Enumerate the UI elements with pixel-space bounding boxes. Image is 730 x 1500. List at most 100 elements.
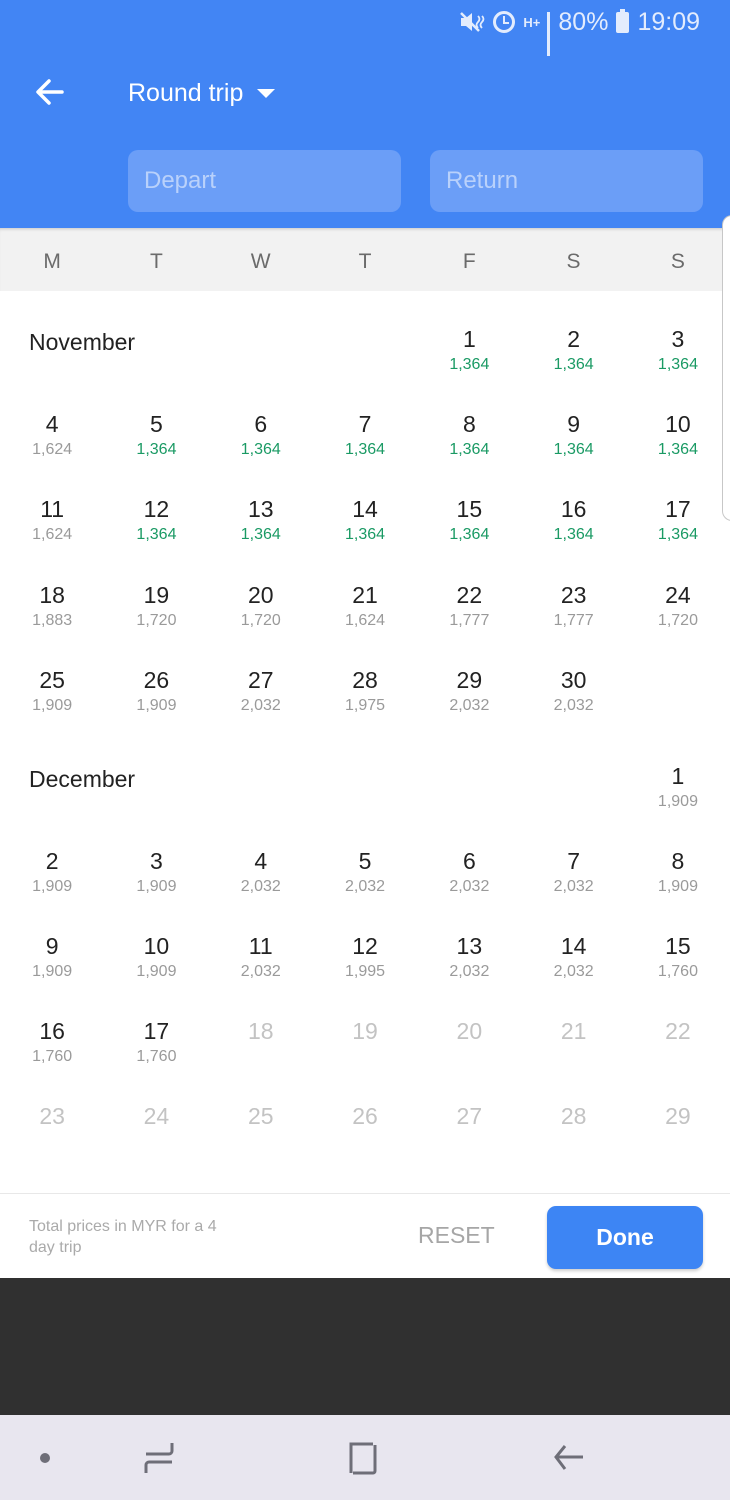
calendar-day[interactable]: 3 1,909 (104, 847, 208, 917)
day-price-lowest: 1,364 (345, 526, 386, 544)
calendar-day[interactable]: 5 2,032 (313, 847, 417, 917)
calendar-day[interactable]: 14 1,364 (313, 495, 417, 565)
day-number: 23 (39, 1103, 65, 1130)
day-price: 1,909 (136, 877, 177, 895)
status-bar: H+ 80% 19:09 (459, 6, 700, 56)
calendar-day[interactable]: 10 1,364 (626, 410, 730, 480)
calendar-day[interactable]: 3 1,364 (626, 325, 730, 395)
battery-percent: 80% (558, 7, 609, 36)
calendar-day[interactable]: 15 1,364 (417, 495, 521, 565)
return-placeholder: Return (446, 167, 519, 194)
day-number: 22 (665, 1018, 691, 1045)
calendar-day[interactable]: 7 2,032 (522, 847, 626, 917)
day-price: 1,760 (657, 962, 698, 980)
day-number: 1 (671, 762, 685, 789)
nav-recents-button[interactable] (134, 1433, 184, 1483)
calendar-day[interactable]: 7 1,364 (313, 410, 417, 480)
arrow-left-icon (36, 79, 64, 105)
trip-type-dropdown[interactable]: Round trip (128, 74, 276, 112)
day-number: 26 (352, 1103, 378, 1130)
calendar-day[interactable]: 8 1,364 (417, 410, 521, 480)
calendar-day[interactable]: 22 1,777 (417, 581, 521, 651)
calendar-day[interactable]: 13 1,364 (209, 495, 313, 565)
calendar-day[interactable]: 17 1,364 (626, 495, 730, 565)
calendar-day[interactable]: 12 1,995 (313, 932, 417, 1002)
nav-home-button[interactable] (338, 1433, 388, 1483)
day-number: 15 (456, 496, 483, 523)
calendar-day: 24 (104, 1102, 208, 1172)
day-number: 2 (567, 326, 581, 352)
calendar-day[interactable]: 1 1,364 (417, 325, 521, 395)
day-number: 7 (567, 847, 581, 874)
calendar-day[interactable]: 28 1,975 (313, 666, 417, 736)
day-number: 22 (456, 581, 483, 608)
calendar-day[interactable]: 30 2,032 (522, 666, 626, 736)
system-nav-bar (0, 1415, 730, 1500)
calendar-day[interactable]: 9 1,909 (0, 932, 104, 1002)
calendar-day[interactable]: 20 1,720 (209, 581, 313, 651)
day-number: 18 (39, 581, 65, 608)
calendar-day[interactable]: 29 2,032 (417, 666, 521, 736)
calendar-day[interactable]: 2 1,909 (0, 847, 104, 917)
calendar-day[interactable]: 11 2,032 (209, 932, 313, 1002)
calendar-day[interactable]: 26 1,909 (104, 666, 208, 736)
calendar-day[interactable]: 24 1,720 (626, 581, 730, 651)
back-button[interactable] (30, 72, 70, 112)
weekday-label: S (670, 250, 685, 273)
day-price: 2,032 (449, 962, 490, 980)
day-price-lowest: 1,364 (345, 441, 386, 459)
dot-icon (40, 1453, 50, 1463)
return-date-field[interactable]: Return (430, 150, 703, 212)
day-number: 6 (254, 411, 268, 438)
calendar-day[interactable]: 4 1,624 (0, 410, 104, 480)
day-price: 1,624 (32, 441, 73, 459)
nav-dot-button[interactable] (20, 1433, 70, 1483)
calendar-day[interactable]: 6 2,032 (417, 847, 521, 917)
weekday-header: M T W T F S S (0, 228, 730, 291)
calendar-day[interactable]: 25 1,909 (0, 666, 104, 736)
reset-button[interactable]: RESET (418, 1222, 495, 1249)
calendar-day[interactable]: 2 1,364 (522, 325, 626, 395)
calendar-day: 21 (522, 1017, 626, 1087)
day-number: 12 (143, 496, 170, 523)
day-price: 1,909 (657, 877, 698, 895)
day-number: 29 (456, 666, 483, 693)
day-price-lowest: 1,364 (240, 526, 281, 544)
calendar-day[interactable]: 11 1,624 (0, 495, 104, 565)
calendar-day[interactable]: 18 1,883 (0, 581, 104, 651)
calendar-day[interactable]: 23 1,777 (522, 581, 626, 651)
calendar-day[interactable]: 17 1,760 (104, 1017, 208, 1087)
calendar-day[interactable]: 5 1,364 (104, 410, 208, 480)
calendar-day[interactable]: 16 1,760 (0, 1017, 104, 1087)
day-number: 19 (352, 1018, 378, 1045)
calendar-day[interactable]: 4 2,032 (209, 847, 313, 917)
day-number: 23 (560, 581, 587, 608)
calendar-day[interactable]: 8 1,909 (626, 847, 730, 917)
calendar-day[interactable]: 9 1,364 (522, 410, 626, 480)
nav-back-button[interactable] (543, 1433, 593, 1483)
calendar-day[interactable]: 12 1,364 (104, 495, 208, 565)
depart-date-field[interactable]: Depart (128, 150, 401, 212)
calendar-day[interactable]: 13 2,032 (417, 932, 521, 1002)
calendar-grid[interactable]: November 1 1,364 2 1,364 3 1,364 4 1,624 5 1,364 6 1… (0, 291, 730, 1193)
calendar-day[interactable]: 6 1,364 (209, 410, 313, 480)
calendar-day[interactable]: 16 1,364 (522, 495, 626, 565)
day-number: 24 (143, 1103, 170, 1130)
day-number: 29 (665, 1103, 691, 1130)
scrollbar-thumb[interactable] (722, 215, 730, 521)
calendar-day[interactable]: 19 1,720 (104, 581, 208, 651)
calendar-day[interactable]: 27 2,032 (209, 666, 313, 736)
app-header: H+ 80% 19:09 Round trip Depart Return (0, 0, 730, 228)
calendar-day[interactable]: 14 2,032 (522, 932, 626, 1002)
day-number: 3 (150, 847, 163, 874)
calendar-day[interactable]: 10 1,909 (104, 932, 208, 1002)
calendar-day[interactable]: 21 1,624 (313, 581, 417, 651)
calendar-day[interactable]: 1 1,909 (626, 762, 730, 832)
day-price-lowest: 1,364 (136, 441, 177, 459)
day-number: 15 (665, 932, 691, 959)
day-price-lowest: 1,364 (553, 526, 594, 544)
day-price: 1,909 (136, 962, 177, 980)
calendar-day[interactable]: 15 1,760 (626, 932, 730, 1002)
day-number: 7 (358, 411, 372, 438)
done-button[interactable]: Done (547, 1206, 703, 1269)
